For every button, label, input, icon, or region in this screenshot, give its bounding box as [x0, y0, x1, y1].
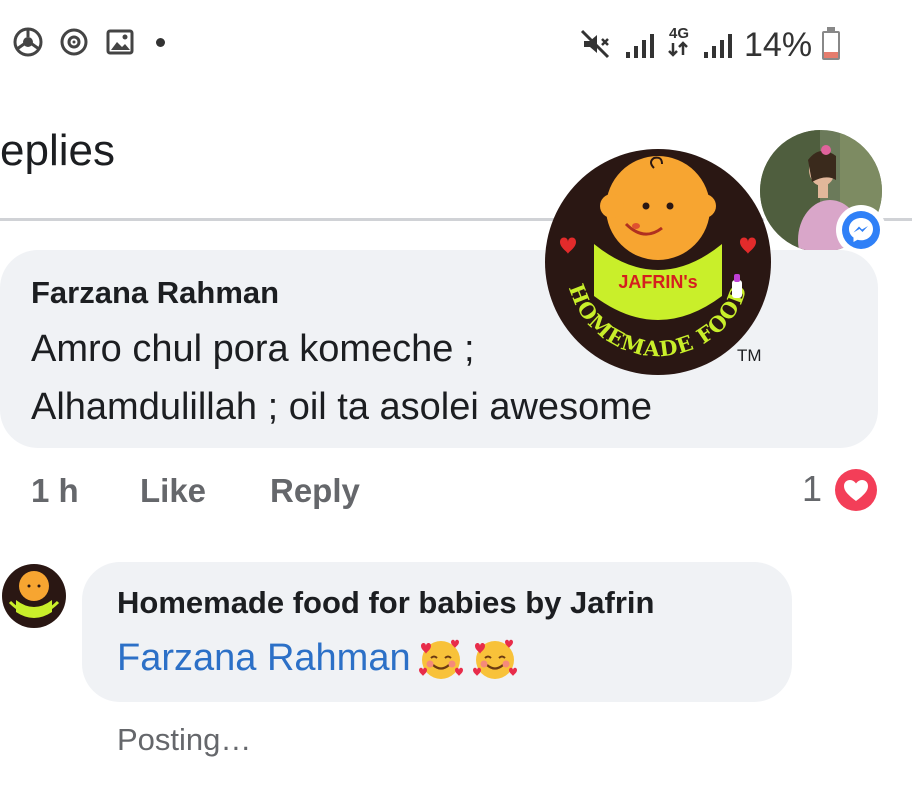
- posting-status: Posting…: [117, 722, 252, 757]
- reaction-count[interactable]: 1: [802, 468, 822, 510]
- mute-icon: [578, 27, 612, 66]
- comment-text-line-2: Alhamdulillah ; oil ta asolei awesome: [31, 386, 652, 428]
- smiling-face-with-hearts-icon: [471, 634, 519, 682]
- comment-text-line-1: Amro chul pora komeche ;: [31, 328, 475, 370]
- comment-author[interactable]: Farzana Rahman: [31, 275, 279, 311]
- logo-brand-text: JAFRIN's: [618, 272, 697, 292]
- reply-author[interactable]: Homemade food for babies by Jafrin: [117, 585, 654, 621]
- page-title: eplies: [0, 126, 115, 175]
- reply-button[interactable]: Reply: [270, 472, 360, 510]
- status-bar: 4G 14%: [0, 0, 912, 90]
- love-reaction-icon[interactable]: [831, 465, 881, 515]
- reply-content: Farzana Rahman: [117, 634, 519, 682]
- page-avatar[interactable]: [0, 562, 68, 630]
- signal-icon-2: [702, 32, 734, 65]
- signal-icon: [624, 32, 656, 65]
- trademark-label: TM: [737, 346, 762, 365]
- like-button[interactable]: Like: [140, 472, 206, 510]
- comment-timestamp: 1 h: [31, 472, 79, 509]
- tagged-user-link[interactable]: Farzana Rahman: [117, 637, 411, 680]
- image-icon: [104, 26, 136, 58]
- sync-icon: [58, 26, 90, 58]
- messenger-icon[interactable]: [836, 205, 886, 255]
- battery-percentage: 14%: [744, 26, 813, 64]
- dot-icon: [156, 37, 165, 47]
- status-bar-left: [12, 26, 165, 58]
- smiling-face-with-hearts-icon: [417, 634, 465, 682]
- network-label: 4G: [668, 25, 689, 42]
- 4g-icon: 4G: [665, 26, 693, 62]
- homemade-food-logo: JAFRIN's HOMEMADE FOOD: [544, 146, 772, 378]
- chrome-icon: [12, 26, 44, 58]
